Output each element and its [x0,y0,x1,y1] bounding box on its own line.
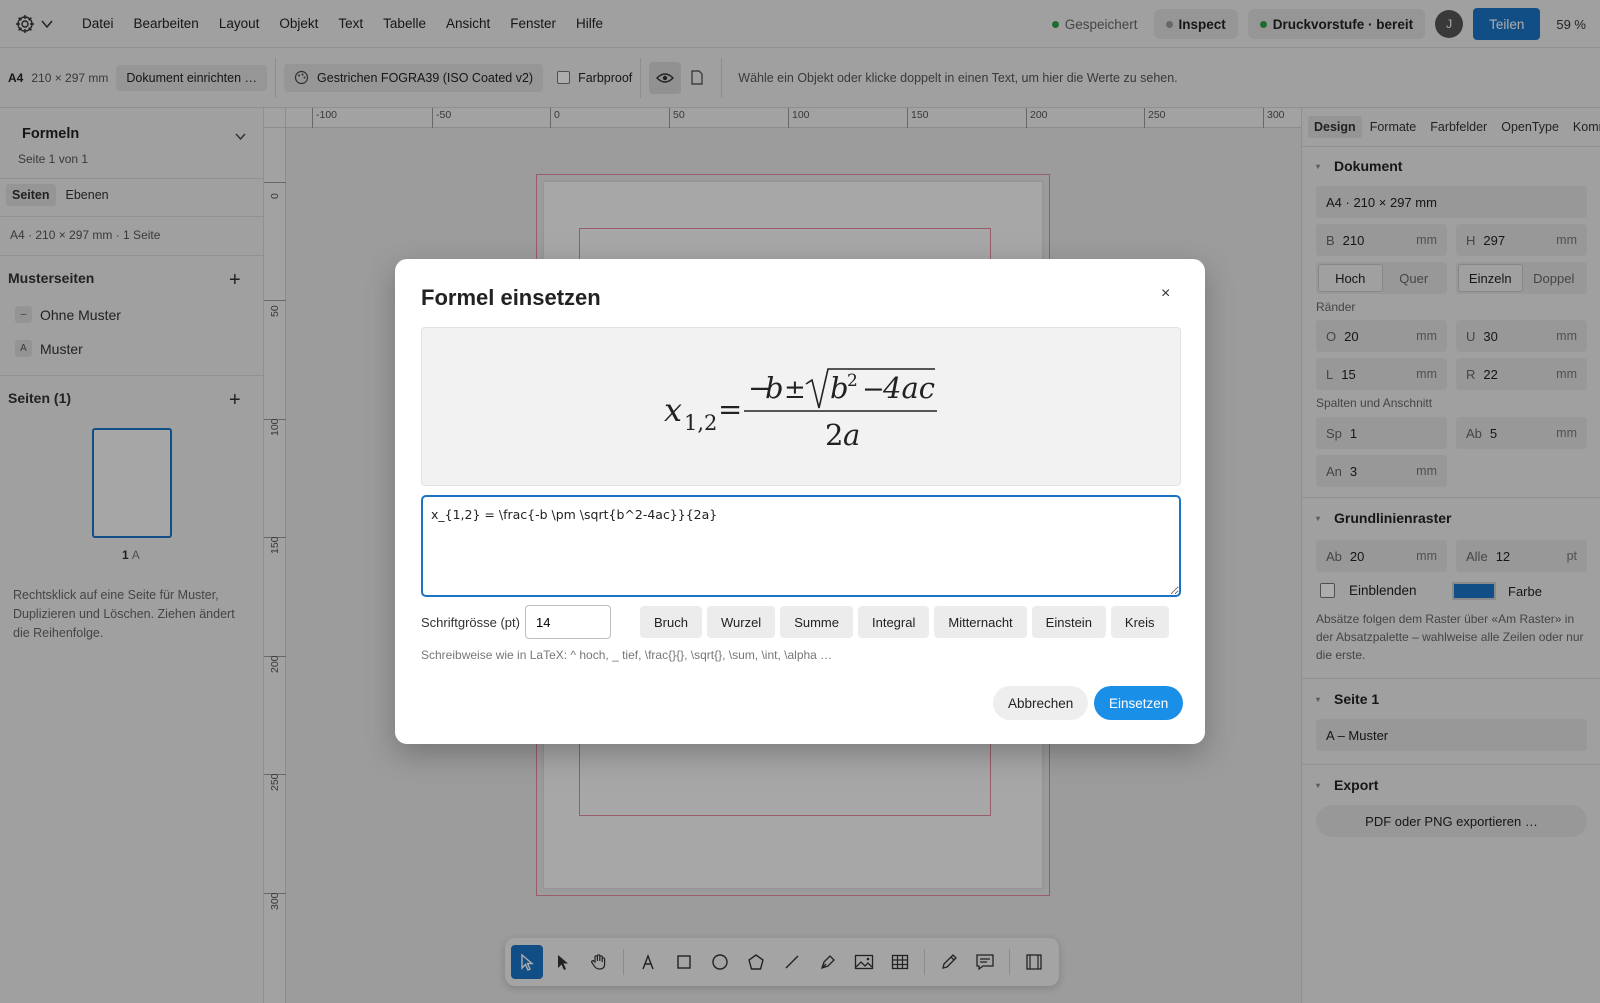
preset-summe-button[interactable]: Summe [780,606,853,638]
svg-text:b: b [765,371,784,405]
dialog-title: Formel einsetzen [421,285,601,310]
svg-text:4ac: 4ac [882,371,935,405]
preset-kreis-button[interactable]: Kreis [1110,606,1169,638]
svg-text:x: x [664,391,682,429]
svg-text:−: − [862,374,885,405]
svg-text:2: 2 [847,371,858,391]
svg-text:±: ± [784,375,806,405]
svg-text:1,2: 1,2 [684,411,717,435]
preset-integral-button[interactable]: Integral [857,606,930,638]
preset-einstein-button[interactable]: Einstein [1031,606,1106,638]
svg-text:a: a [843,418,860,452]
close-icon[interactable]: × [1161,285,1170,303]
formula-presets: Bruch Wurzel Summe Integral Mitternacht … [640,606,1169,638]
svg-text:=: = [718,392,742,426]
cancel-button[interactable]: Abbrechen [993,686,1089,720]
insert-button[interactable]: Einsetzen [1094,686,1184,720]
syntax-hint: Schreibweise wie in LaTeX: ^ hoch, _ tie… [421,648,833,662]
preset-wurzel-button[interactable]: Wurzel [706,606,776,638]
latex-input[interactable]: x_{1,2} = \frac{-b \pm \sqrt{b^2-4ac}}{2… [421,495,1181,597]
preset-bruch-button[interactable]: Bruch [640,606,702,638]
preset-mitternacht-button[interactable]: Mitternacht [934,606,1027,638]
formula-dialog: Formel einsetzen × x 1,2 = − b ± b 2 − 4… [395,259,1205,744]
formula-render: x 1,2 = − b ± b 2 − 4ac 2 a [664,368,937,452]
font-size-label: Schriftgrösse (pt) [421,615,520,630]
formula-preview: x 1,2 = − b ± b 2 − 4ac 2 a [421,327,1181,486]
font-size-input[interactable] [525,605,611,639]
svg-text:b: b [830,371,849,405]
svg-text:2: 2 [825,418,843,452]
